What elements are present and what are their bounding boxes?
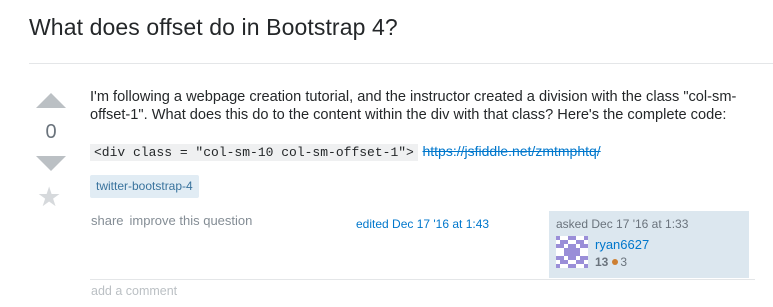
code-line: <div class = "col-sm-10 col-sm-offset-1"… (90, 142, 601, 161)
jsfiddle-link[interactable]: https://jsfiddle.net/zmtmphtq/ (422, 143, 600, 159)
title-divider (29, 63, 773, 64)
add-comment-link[interactable]: add a comment (91, 284, 177, 298)
reputation-score: 13 (595, 255, 609, 269)
code-snippet: <div class = "col-sm-10 col-sm-offset-1"… (90, 144, 418, 161)
upvote-icon[interactable] (36, 93, 66, 108)
edited-link[interactable]: edited Dec 17 '16 at 1:43 (356, 217, 489, 231)
post-menu: share improve this question (91, 213, 252, 228)
tag-twitter-bootstrap-4[interactable]: twitter-bootstrap-4 (90, 175, 199, 198)
favorite-star-icon[interactable]: ★ (37, 184, 61, 211)
improve-question-link[interactable]: improve this question (130, 213, 253, 228)
user-stats: 13 3 (595, 255, 627, 269)
vote-count: 0 (45, 121, 57, 143)
bronze-badge-count: 3 (620, 255, 628, 269)
asked-timestamp: asked Dec 17 '16 at 1:33 (556, 217, 689, 231)
avatar-pixel (584, 264, 588, 268)
user-name-link[interactable]: ryan6627 (595, 237, 649, 252)
bronze-badge-icon (612, 259, 619, 266)
question-title[interactable]: What does offset do in Bootstrap 4? (29, 14, 398, 41)
share-link[interactable]: share (91, 213, 124, 228)
avatar[interactable] (556, 236, 588, 268)
comments-divider (90, 279, 755, 280)
owner-card: asked Dec 17 '16 at 1:33 ryan6627 13 3 (549, 211, 749, 278)
question-body: I'm following a webpage creation tutoria… (90, 89, 737, 123)
downvote-icon[interactable] (36, 156, 66, 171)
